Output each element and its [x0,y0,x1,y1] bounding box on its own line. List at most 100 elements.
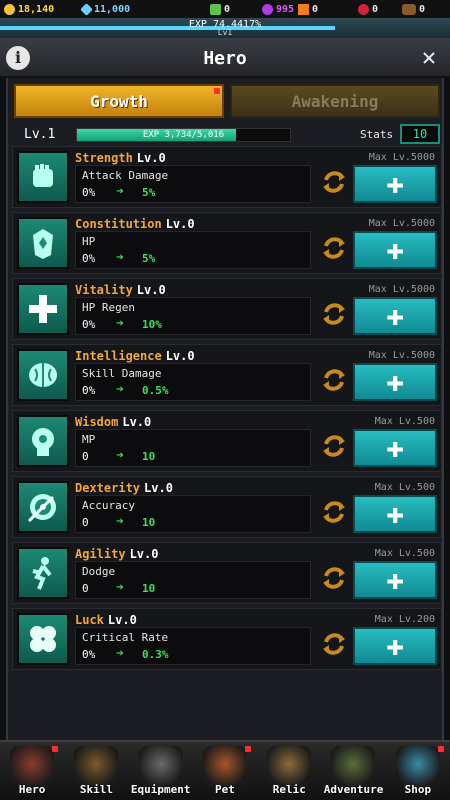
orange-resource: 0 [294,0,354,18]
orange-triangle-icon [298,3,309,15]
stat-effect-box: Critical Rate 0% ➔ 0.3% [75,627,311,665]
stat-effect-name: Accuracy [82,499,135,512]
stat-current-value: 0% [82,648,96,661]
purple-crystal-icon [261,3,273,15]
stat-next-value: 0.5% [142,384,169,397]
target-icon [17,481,69,533]
swap-icon[interactable] [319,233,349,263]
notification-dot [245,746,252,752]
plus-icon: ✚ [385,496,405,531]
stat-row-strength: Strength Lv.0 Max Lv.5000 Attack Damage 0… [12,146,442,208]
armor-icon [17,217,69,269]
nav-label: Pet [215,783,235,796]
arrow-right-icon: ➔ [116,316,124,331]
nav-adventure[interactable]: Adventure [321,742,385,800]
level-row: Lv.1 EXP 3,734/5,016 Stats 10 [14,124,440,144]
stat-name-text: Intelligence [75,349,162,363]
hero-icon [10,746,54,786]
swap-icon[interactable] [319,167,349,197]
stat-max-level: Max Lv.5000 [368,350,435,361]
stat-level: Lv.0 [129,547,159,561]
fist-icon [17,151,69,203]
notification-dot [52,746,59,752]
notification-dot [214,88,220,94]
arrow-right-icon: ➔ [116,514,124,529]
stat-name: Luck Lv.0 [75,613,137,627]
stat-effect-box: HP 0% ➔ 5% [75,231,311,269]
level-up-button[interactable]: ✚ [353,627,437,665]
swap-icon[interactable] [319,563,349,593]
stat-effect-name: Dodge [82,565,116,578]
stat-next-value: 10 [142,450,156,463]
stats-label: Stats [360,128,394,141]
swap-icon[interactable] [319,497,349,527]
stat-effect-box: Attack Damage 0% ➔ 5% [75,165,311,203]
close-icon[interactable]: ✕ [416,44,442,70]
wood-log-icon [402,3,416,15]
stat-next-value: 5% [142,186,156,199]
red-resource: 0 [354,0,398,18]
stat-max-level: Max Lv.5000 [368,284,435,295]
level-up-button[interactable]: ✚ [353,231,437,269]
level-up-button[interactable]: ✚ [353,495,437,533]
shop-icon [395,746,440,786]
stat-max-level: Max Lv.500 [374,548,435,559]
stat-name: Wisdom Lv.0 [75,415,151,429]
gem-resource: 11,000 [78,0,164,18]
arrow-right-icon: ➔ [116,580,124,595]
stat-name: Strength Lv.0 [75,151,166,165]
stat-effect-name: Critical Rate [82,631,169,644]
plus-icon: ✚ [385,364,405,399]
purple-value: 995 [275,3,294,15]
stat-row-intelligence: Intelligence Lv.0 Max Lv.5000 Skill Damag… [12,344,442,406]
stat-name: Dexterity Lv.0 [75,481,173,495]
level-up-button[interactable]: ✚ [353,363,437,401]
stat-name-text: Strength [75,151,133,165]
relic-icon [267,746,312,786]
stat-row-dexterity: Dexterity Lv.0 Max Lv.500 Accuracy 0 ➔ 10… [12,476,442,538]
level-up-button[interactable]: ✚ [353,165,437,203]
stat-effect-name: Attack Damage [82,169,169,182]
arrow-right-icon: ➔ [116,382,124,397]
nav-relic[interactable]: Relic [257,742,321,800]
nav-shop[interactable]: Shop [386,742,450,800]
level-up-button[interactable]: ✚ [353,429,437,467]
stat-name-text: Dexterity [75,481,141,495]
swap-icon[interactable] [319,365,349,395]
equipment-icon [138,746,183,786]
stat-max-level: Max Lv.5000 [368,152,435,163]
swap-icon[interactable] [319,629,349,659]
nav-label: Relic [272,783,306,796]
nav-label: Skill [79,783,113,796]
plus-icon: ✚ [385,430,405,465]
swap-icon[interactable] [319,431,349,461]
nav-skill[interactable]: Skill [64,742,128,800]
stat-current-value: 0 [82,516,89,529]
level-exp-bar: EXP 3,734/5,016 [76,128,291,142]
stat-level: Lv.0 [165,217,195,231]
nav-label: Shop [404,783,432,796]
nav-pet[interactable]: Pet [193,742,257,800]
stat-row-agility: Agility Lv.0 Max Lv.500 Dodge 0 ➔ 10 ✚ [12,542,442,604]
level-up-button[interactable]: ✚ [353,297,437,335]
stat-effect-box: Dodge 0 ➔ 10 [75,561,311,599]
exp-bar: EXP 74.4417% Lv1 [0,18,450,38]
swap-icon[interactable] [319,299,349,329]
nav-label: Adventure [323,783,384,796]
gold-value: 18,140 [18,3,55,15]
arrow-right-icon: ➔ [116,646,124,661]
stat-level: Lv.0 [107,613,137,627]
stat-current-value: 0 [82,582,89,595]
clover-icon [17,613,69,665]
level-up-button[interactable]: ✚ [353,561,437,599]
stat-next-value: 10% [142,318,162,331]
nav-hero[interactable]: Hero [0,742,64,800]
stat-next-value: 10 [142,582,156,595]
nav-equipment[interactable]: Equipment [129,742,193,800]
stat-next-value: 0.3% [142,648,169,661]
stat-max-level: Max Lv.200 [374,614,435,625]
stat-current-value: 0 [82,450,89,463]
heal-cross-icon [17,283,69,335]
tab-growth[interactable]: Growth [14,84,224,118]
tab-awakening[interactable]: Awakening [230,84,440,118]
